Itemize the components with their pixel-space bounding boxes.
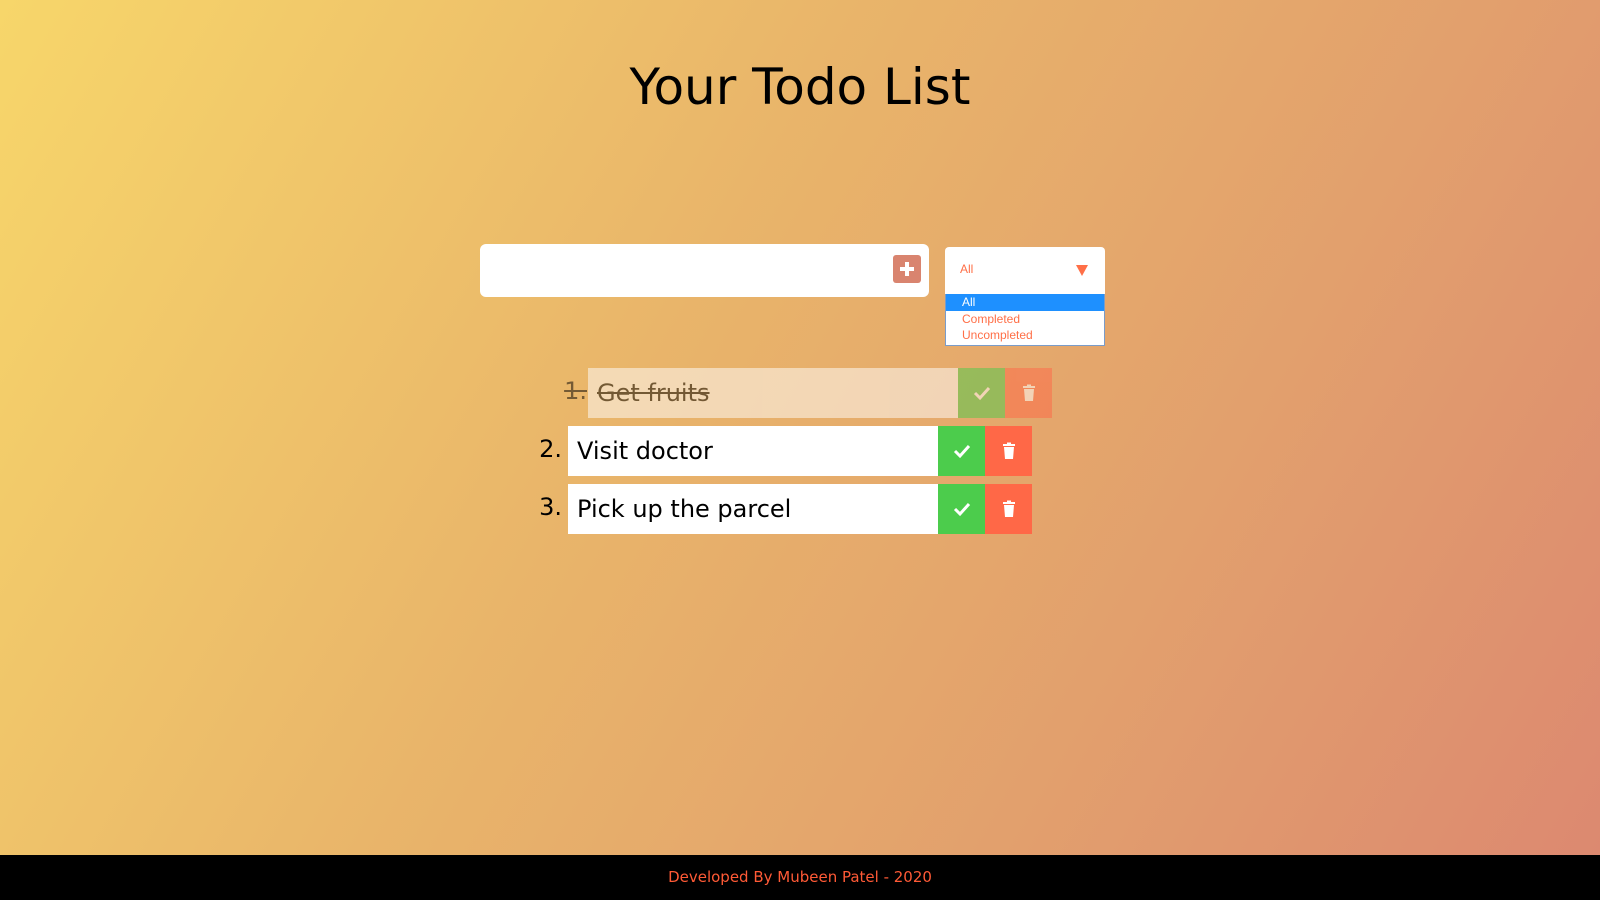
delete-button[interactable] <box>985 426 1032 476</box>
add-todo-button[interactable] <box>893 255 921 283</box>
check-icon <box>953 444 970 459</box>
trash-icon <box>1002 500 1015 517</box>
todo-input[interactable] <box>480 244 929 297</box>
plus-icon <box>900 262 914 276</box>
todo-text: Visit doctor <box>568 426 938 476</box>
delete-button[interactable] <box>985 484 1032 534</box>
todo-text: Get fruits <box>588 368 958 418</box>
todo-text: Pick up the parcel <box>568 484 938 534</box>
check-icon <box>953 502 970 517</box>
todo-number: 2. <box>539 435 562 463</box>
footer-credit: Developed By Mubeen Patel - 2020 <box>668 868 932 886</box>
add-todo-form <box>480 244 929 297</box>
filter-option-completed[interactable]: Completed <box>946 311 1104 327</box>
complete-button[interactable] <box>938 484 985 534</box>
filter-options-list: All Completed Uncompleted <box>945 294 1105 346</box>
trash-icon <box>1002 442 1015 459</box>
trash-icon <box>1022 384 1035 401</box>
filter-select[interactable]: All <box>945 247 1105 294</box>
filter-option-all[interactable]: All <box>946 294 1104 311</box>
complete-button[interactable] <box>958 368 1005 418</box>
filter-selected-value: All <box>960 262 974 276</box>
filter-option-uncompleted[interactable]: Uncompleted <box>946 327 1104 343</box>
check-icon <box>973 386 990 401</box>
complete-button[interactable] <box>938 426 985 476</box>
todo-number: 3. <box>539 493 562 521</box>
todo-number: 1. <box>564 377 587 405</box>
footer: Developed By Mubeen Patel - 2020 <box>0 855 1600 900</box>
page-title: Your Todo List <box>629 58 971 116</box>
dropdown-arrow-icon <box>1076 265 1088 276</box>
delete-button[interactable] <box>1005 368 1052 418</box>
